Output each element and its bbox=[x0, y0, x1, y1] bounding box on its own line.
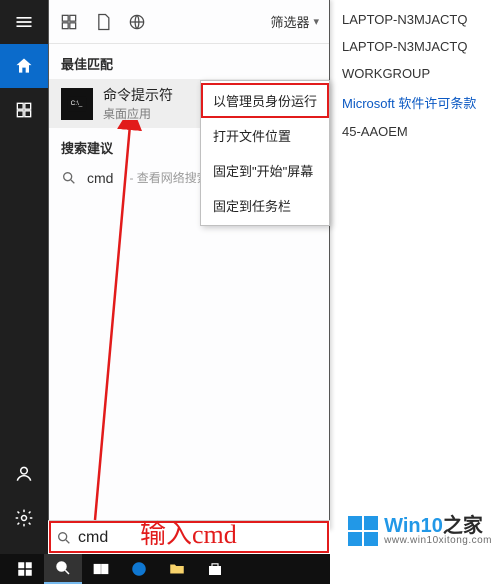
system-info-panel: LAPTOP-N3MJACTQ LAPTOP-N3MJACTQ WORKGROU… bbox=[334, 0, 500, 584]
account-button[interactable] bbox=[0, 452, 48, 496]
result-title: 命令提示符 bbox=[103, 85, 173, 105]
cmd-icon: C:\_ bbox=[61, 88, 93, 120]
settings-button[interactable] bbox=[0, 496, 48, 540]
context-menu: 以管理员身份运行 打开文件位置 固定到"开始"屏幕 固定到任务栏 bbox=[200, 80, 330, 226]
store-button[interactable] bbox=[196, 554, 234, 584]
search-icon bbox=[61, 170, 77, 186]
web-icon[interactable] bbox=[127, 12, 147, 32]
ctx-run-as-admin[interactable]: 以管理员身份运行 bbox=[201, 83, 329, 118]
edge-button[interactable] bbox=[120, 554, 158, 584]
apps-icon[interactable] bbox=[59, 12, 79, 32]
explorer-button[interactable] bbox=[158, 554, 196, 584]
sys-line-computer-name: LAPTOP-N3MJACTQ bbox=[340, 6, 494, 33]
start-button[interactable] bbox=[6, 554, 44, 584]
suggestion-text: cmd bbox=[87, 170, 113, 186]
start-rail bbox=[0, 0, 48, 584]
windows-logo-icon bbox=[348, 516, 378, 546]
best-match-texts: 命令提示符 桌面应用 bbox=[103, 85, 173, 122]
taskbar bbox=[0, 554, 330, 584]
taskbar-search-button[interactable] bbox=[44, 554, 82, 584]
document-icon[interactable] bbox=[93, 12, 113, 32]
hamburger-button[interactable] bbox=[0, 0, 48, 44]
search-input-value: cmd bbox=[78, 529, 108, 547]
svg-text:C:\_: C:\_ bbox=[71, 99, 83, 106]
search-panel-header: 筛选器 ▾ bbox=[49, 0, 329, 44]
sys-link-license[interactable]: Microsoft 软件许可条款 bbox=[340, 87, 494, 118]
apps-button[interactable] bbox=[0, 88, 48, 132]
search-icon bbox=[56, 530, 72, 546]
home-button[interactable] bbox=[0, 44, 48, 88]
watermark-url: www.win10xitong.com bbox=[384, 536, 492, 546]
filter-label-text: 筛选器 bbox=[270, 12, 309, 31]
chevron-down-icon: ▾ bbox=[313, 15, 319, 28]
ctx-pin-taskbar[interactable]: 固定到任务栏 bbox=[201, 188, 329, 223]
ctx-open-file-location[interactable]: 打开文件位置 bbox=[201, 118, 329, 153]
ctx-pin-start[interactable]: 固定到"开始"屏幕 bbox=[201, 153, 329, 188]
result-subtitle: 桌面应用 bbox=[103, 105, 173, 122]
task-view-button[interactable] bbox=[82, 554, 120, 584]
filter-dropdown[interactable]: 筛选器 ▾ bbox=[270, 12, 319, 31]
watermark-title: Win10之家 bbox=[384, 516, 492, 536]
search-input[interactable]: cmd bbox=[48, 520, 330, 554]
best-match-title: 最佳匹配 bbox=[49, 44, 329, 79]
sys-line-product-id: 45-AAOEM bbox=[340, 118, 494, 145]
sys-line-full-name: LAPTOP-N3MJACTQ bbox=[340, 33, 494, 60]
sys-line-workgroup: WORKGROUP bbox=[340, 60, 494, 87]
watermark: Win10之家 www.win10xitong.com bbox=[348, 516, 492, 546]
